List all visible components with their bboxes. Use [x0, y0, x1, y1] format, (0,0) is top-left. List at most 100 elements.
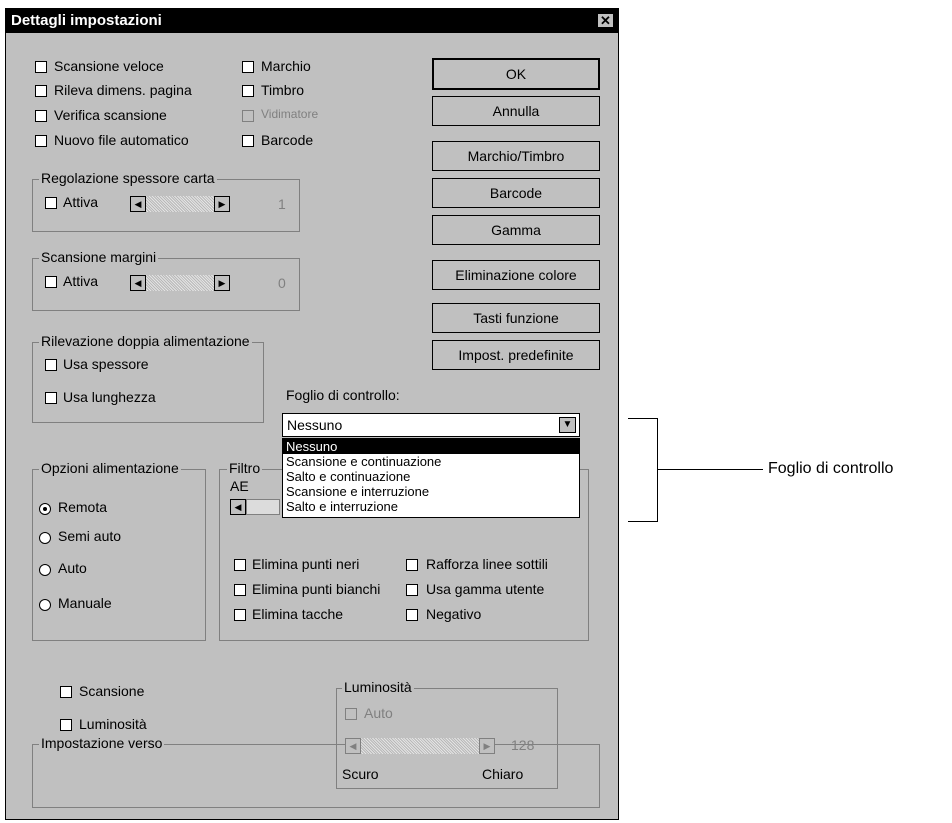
brightness-left-arrow-icon[interactable]: ◀ [345, 738, 361, 754]
auto-new-file-label: Nuovo file automatico [54, 132, 189, 148]
dropdown-option-skip-stop[interactable]: Salto e interruzione [283, 499, 579, 514]
ae-label: AE [230, 478, 249, 494]
negative-label: Negativo [426, 606, 482, 622]
manual-label: Manuale [58, 595, 112, 611]
backside-title: Impostazione verso [39, 735, 165, 751]
barcode-label: Barcode [261, 132, 314, 148]
callout-bracket-bottom [628, 521, 658, 522]
fast-scan-label: Scansione veloce [54, 58, 164, 74]
brightness-value: 128 [511, 737, 535, 753]
thickness-value: 1 [278, 196, 286, 212]
remove-white-dots-label: Elimina punti bianchi [252, 581, 381, 597]
control-sheet-dropdown-list: Nessuno Scansione e continuazione Salto … [282, 438, 580, 518]
use-thickness-label: Usa spessore [63, 356, 149, 372]
callout-bracket-vertical [657, 418, 658, 522]
checkbox-remove-white-dots[interactable] [234, 584, 246, 596]
brightness-dark-label: Scuro [342, 766, 379, 782]
checkbox-margin-enable[interactable] [45, 276, 57, 288]
semi-auto-label: Semi auto [58, 528, 122, 544]
filter-title: Filtro [227, 460, 263, 476]
checkbox-use-length[interactable] [45, 392, 57, 404]
barcode-button[interactable]: Barcode [432, 178, 600, 208]
double-feed-group [32, 342, 264, 423]
radio-manual[interactable] [39, 599, 51, 611]
margin-right-arrow-icon[interactable]: ▶ [214, 275, 230, 291]
detect-page-size-label: Rileva dimens. pagina [54, 82, 192, 98]
thickness-enable-label: Attiva [63, 194, 99, 210]
dropdown-option-scan-continue[interactable]: Scansione e continuazione [283, 454, 579, 469]
callout-leader-line [657, 469, 763, 470]
radio-selected-dot [43, 507, 47, 511]
close-button[interactable]: ✕ [597, 13, 614, 28]
ae-slider-track[interactable] [246, 499, 280, 515]
remote-label: Remota [58, 499, 108, 515]
checkbox-vidimatore [242, 110, 254, 122]
thickness-left-arrow-icon[interactable]: ◀ [130, 196, 146, 212]
brightness-auto-label: Auto [364, 705, 393, 721]
control-sheet-select[interactable]: Nessuno ▼ [282, 413, 580, 437]
checkbox-thicken-lines[interactable] [406, 559, 418, 571]
margin-left-arrow-icon[interactable]: ◀ [130, 275, 146, 291]
ae-left-arrow-icon[interactable]: ◀ [230, 499, 246, 515]
margin-value: 0 [278, 275, 286, 291]
checkbox-negative[interactable] [406, 609, 418, 621]
backside-scan-label: Scansione [79, 683, 145, 699]
checkbox-remove-notches[interactable] [234, 609, 246, 621]
gamma-button[interactable]: Gamma [432, 215, 600, 245]
thicken-lines-label: Rafforza linee sottili [426, 556, 548, 572]
callout-bracket-top [628, 418, 658, 419]
checkbox-fast-scan[interactable] [35, 61, 47, 73]
cancel-button[interactable]: Annulla [432, 96, 600, 126]
feed-options-title: Opzioni alimentazione [39, 460, 181, 476]
verify-scan-label: Verifica scansione [54, 107, 167, 123]
marchio-label: Marchio [261, 58, 311, 74]
margin-scan-title: Scansione margini [39, 249, 159, 265]
checkbox-backside-brightness[interactable] [60, 719, 72, 731]
user-gamma-label: Usa gamma utente [426, 581, 545, 597]
marchio-timbro-button[interactable]: Marchio/Timbro [432, 141, 600, 171]
dropdown-arrow-icon[interactable]: ▼ [559, 417, 576, 433]
checkbox-timbro[interactable] [242, 85, 254, 97]
radio-semi-auto[interactable] [39, 532, 51, 544]
remove-notches-label: Elimina tacche [252, 606, 344, 622]
margin-slider-track[interactable] [146, 275, 214, 291]
checkbox-verify-scan[interactable] [35, 110, 47, 122]
brightness-right-arrow-icon[interactable]: ▶ [479, 738, 495, 754]
dropdown-option-skip-continue[interactable]: Salto e continuazione [283, 469, 579, 484]
thickness-slider-track[interactable] [146, 196, 214, 212]
dropdown-option-scan-stop[interactable]: Scansione e interruzione [283, 484, 579, 499]
title-bar: Dettagli impostazioni ✕ [6, 9, 618, 33]
vidimatore-label: Vidimatore [261, 107, 319, 121]
timbro-label: Timbro [261, 82, 305, 98]
checkbox-detect-page-size[interactable] [35, 85, 47, 97]
radio-auto[interactable] [39, 564, 51, 576]
auto-label: Auto [58, 560, 87, 576]
checkbox-use-thickness[interactable] [45, 359, 57, 371]
dropdown-option-nessuno[interactable]: Nessuno [283, 439, 579, 454]
checkbox-barcode[interactable] [242, 135, 254, 147]
radio-remote[interactable] [39, 503, 51, 515]
settings-dialog: Dettagli impostazioni ✕ Scansione veloce… [5, 8, 619, 820]
checkbox-backside-scan[interactable] [60, 686, 72, 698]
backside-brightness-label: Luminosità [79, 716, 147, 732]
brightness-slider-track[interactable] [361, 738, 479, 754]
checkbox-brightness-auto [345, 708, 357, 720]
remove-black-dots-label: Elimina punti neri [252, 556, 360, 572]
checkbox-thickness-enable[interactable] [45, 197, 57, 209]
checkbox-marchio[interactable] [242, 61, 254, 73]
color-dropout-button[interactable]: Eliminazione colore [432, 260, 600, 290]
feed-options-group [32, 469, 206, 641]
checkbox-auto-new-file[interactable] [35, 135, 47, 147]
ok-button[interactable]: OK [432, 58, 600, 90]
paper-thickness-title: Regolazione spessore carta [39, 170, 217, 186]
function-keys-button[interactable]: Tasti funzione [432, 303, 600, 333]
window-title: Dettagli impostazioni [11, 12, 162, 29]
thickness-right-arrow-icon[interactable]: ▶ [214, 196, 230, 212]
brightness-group-title: Luminosità [342, 679, 414, 695]
default-settings-button[interactable]: Impost. predefinite [432, 340, 600, 370]
checkbox-remove-black-dots[interactable] [234, 559, 246, 571]
checkbox-user-gamma[interactable] [406, 584, 418, 596]
control-sheet-label: Foglio di controllo: [286, 387, 400, 403]
brightness-light-label: Chiaro [482, 766, 524, 782]
callout-label: Foglio di controllo [768, 460, 894, 477]
